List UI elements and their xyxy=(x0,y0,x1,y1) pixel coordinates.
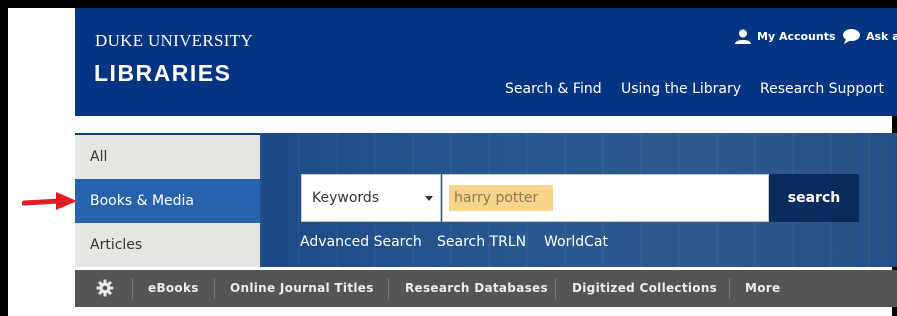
ask-link[interactable]: Ask a xyxy=(843,29,897,44)
tab-all[interactable]: All xyxy=(75,135,260,179)
quicklinks-divider xyxy=(132,278,133,299)
quicklink-digitized-collections[interactable]: Digitized Collections xyxy=(572,281,717,295)
quicklinks-divider xyxy=(729,278,730,299)
quicklink-ebooks[interactable]: eBooks xyxy=(148,281,199,295)
search-query-highlight: harry potter xyxy=(449,185,553,211)
nav-research-support[interactable]: Research Support xyxy=(760,81,884,97)
search-query-text: harry potter xyxy=(454,190,539,206)
chat-bubble-icon xyxy=(843,29,860,44)
gear-icon[interactable] xyxy=(96,279,114,301)
annotation-arrow-icon xyxy=(21,190,82,216)
quicklink-research-databases[interactable]: Research Databases xyxy=(405,281,548,295)
search-field-value: Keywords xyxy=(312,190,380,206)
caret-down-icon xyxy=(425,196,433,201)
nav-search-find[interactable]: Search & Find xyxy=(505,81,602,97)
screenshot-frame-top xyxy=(0,0,897,8)
quicklink-online-journal-titles[interactable]: Online Journal Titles xyxy=(230,281,374,295)
user-icon xyxy=(735,29,751,44)
tab-all-label: All xyxy=(90,149,108,165)
site-header: DUKE UNIVERSITY LIBRARIES My Accounts As… xyxy=(75,8,897,116)
search-button[interactable]: search xyxy=(769,174,859,222)
tab-articles-label: Articles xyxy=(90,237,143,253)
search-input[interactable]: harry potter xyxy=(442,174,769,222)
tab-articles[interactable]: Articles xyxy=(75,223,260,267)
search-trln-link[interactable]: Search TRLN xyxy=(437,234,526,250)
quicklinks-divider xyxy=(555,278,556,299)
logo-university[interactable]: DUKE UNIVERSITY xyxy=(95,31,253,51)
quicklinks-divider xyxy=(388,278,389,299)
tab-books-media-label: Books & Media xyxy=(90,193,195,209)
logo-libraries[interactable]: LIBRARIES xyxy=(94,60,231,87)
my-accounts-link[interactable]: My Accounts xyxy=(735,29,836,44)
ask-label: Ask a xyxy=(866,30,897,43)
quicklinks-bar: eBooks Online Journal Titles Research Da… xyxy=(75,270,897,307)
my-accounts-label: My Accounts xyxy=(757,30,836,43)
quicklink-more[interactable]: More xyxy=(745,281,780,295)
search-field-select[interactable]: Keywords xyxy=(301,174,441,222)
screenshot-frame-left xyxy=(0,0,8,316)
nav-using-library[interactable]: Using the Library xyxy=(621,81,741,97)
worldcat-link[interactable]: WorldCat xyxy=(544,234,608,250)
quicklinks-divider xyxy=(214,278,215,299)
advanced-search-link[interactable]: Advanced Search xyxy=(300,234,422,250)
tab-books-media[interactable]: Books & Media xyxy=(75,179,260,223)
